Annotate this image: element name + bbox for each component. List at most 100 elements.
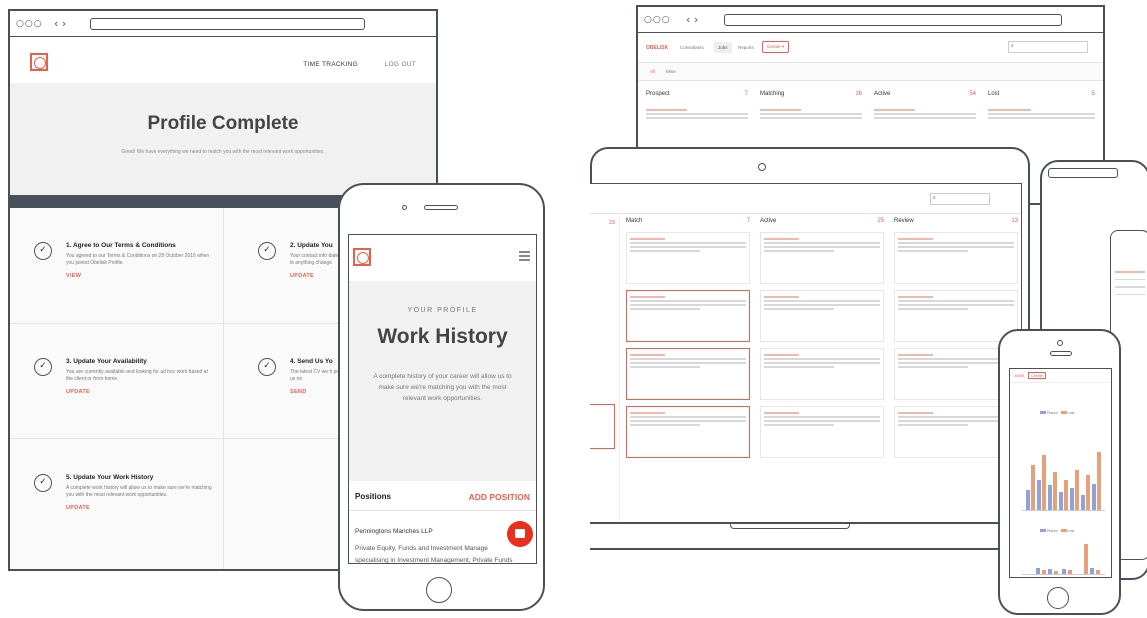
job-card[interactable] xyxy=(894,232,1018,284)
chart-bar xyxy=(1026,490,1030,510)
phone-hero: YOUR PROFILE Work History A complete his… xyxy=(349,281,536,481)
step-link-update[interactable]: UPDATE xyxy=(66,389,214,395)
window-controls[interactable]: ○○○ xyxy=(644,15,671,25)
search-input[interactable]: ⌕ xyxy=(1008,41,1088,53)
nav-arrows-icon[interactable]: ‹ › xyxy=(686,13,698,26)
page-title: Work History xyxy=(377,325,508,348)
laptop-base xyxy=(590,522,1016,550)
legend-swatch-icon xyxy=(1040,411,1046,414)
home-button[interactable] xyxy=(1047,587,1069,609)
tab-jobs[interactable]: JOBS xyxy=(1014,373,1024,378)
chart-bar xyxy=(1064,480,1068,510)
job-card[interactable] xyxy=(894,290,1018,342)
kanban-column: Match 7 xyxy=(622,214,754,522)
check-icon: ✓ xyxy=(258,358,276,376)
job-card-selected[interactable] xyxy=(590,404,615,449)
chart-bar xyxy=(1059,492,1063,510)
card-placeholder[interactable] xyxy=(874,107,976,119)
job-card[interactable] xyxy=(760,406,884,458)
chart-bar xyxy=(1042,570,1046,574)
obelisk-logo[interactable] xyxy=(353,248,371,266)
hero: Profile Complete Great! We have everythi… xyxy=(10,83,436,195)
chart-bar xyxy=(1097,452,1101,510)
step-title: 1. Agree to Our Terms & Conditions xyxy=(66,242,176,249)
job-card[interactable] xyxy=(626,232,750,284)
positions-label: Positions xyxy=(355,492,392,501)
obelisk-logo[interactable] xyxy=(30,53,48,71)
role-line: specialising in Investment Management, P… xyxy=(355,557,513,564)
column-count: 54 xyxy=(969,91,976,97)
check-icon: ✓ xyxy=(34,242,52,260)
brand-logo[interactable]: OBELISK xyxy=(646,45,668,51)
nav-time-tracking[interactable]: TIME TRACKING xyxy=(303,61,358,68)
job-card-selected[interactable] xyxy=(626,406,750,458)
column-count: 23 xyxy=(608,220,615,226)
job-card[interactable] xyxy=(760,290,884,342)
nav-arrows-icon[interactable]: ‹ › xyxy=(54,17,66,30)
tab-mine[interactable]: Mine xyxy=(666,69,676,74)
card-placeholder[interactable] xyxy=(988,107,1095,119)
legend-label: Lost xyxy=(1067,411,1075,415)
job-card[interactable] xyxy=(760,348,884,400)
page-title: Profile Complete xyxy=(147,113,299,134)
chart-bar xyxy=(1053,472,1057,510)
nav-consultants[interactable]: Consultants xyxy=(680,45,704,50)
check-icon: ✓ xyxy=(34,358,52,376)
eyebrow-label: YOUR PROFILE xyxy=(407,307,478,314)
column-count: 7 xyxy=(744,91,748,97)
legend-label: Placed xyxy=(1046,529,1058,533)
column-count: 7 xyxy=(746,218,750,224)
app-nav: JOBS Create xyxy=(1010,369,1111,383)
window-controls[interactable]: ○○○ xyxy=(16,19,43,29)
browser-toolbar: ○○○ ‹ › xyxy=(638,7,1103,33)
nav-jobs[interactable]: Jobs xyxy=(714,42,732,53)
site-header: TIME TRACKING LOG OUT xyxy=(10,37,436,83)
chart-bar xyxy=(1096,570,1100,574)
nav-log-out[interactable]: LOG OUT xyxy=(385,61,416,68)
create-button[interactable]: Create xyxy=(1028,372,1047,379)
add-position-button[interactable]: ADD POSITION xyxy=(469,492,530,502)
column-title: Match xyxy=(626,218,643,224)
legend-swatch-icon xyxy=(1040,529,1046,532)
create-button[interactable]: Create ▾ xyxy=(762,41,790,53)
chat-fab-button[interactable] xyxy=(507,521,533,547)
job-card-selected[interactable] xyxy=(626,348,750,400)
phone-device: YOUR PROFILE Work History A complete his… xyxy=(338,183,545,611)
search-input[interactable]: ⌕ xyxy=(930,193,990,205)
job-card[interactable] xyxy=(760,232,884,284)
column-count: 13 xyxy=(1011,218,1018,224)
positions-header: Positions ADD POSITION xyxy=(349,481,536,511)
step-title: 5. Update Your Work History xyxy=(66,474,154,481)
step-item: ✓ 1. Agree to Our Terms & Conditions You… xyxy=(34,242,214,279)
nav-reports[interactable]: Reports xyxy=(738,45,754,50)
chart-bar xyxy=(1042,455,1046,510)
address-bar[interactable] xyxy=(724,14,1062,26)
column-count: 5 xyxy=(1091,91,1095,97)
step-link-update[interactable]: UPDATE xyxy=(66,505,214,511)
role-line: Private Equity, Funds and Investment Man… xyxy=(355,545,488,552)
job-card-selected[interactable] xyxy=(626,290,750,342)
tab-all[interactable]: All xyxy=(650,69,655,74)
hamburger-menu-icon[interactable] xyxy=(519,251,530,261)
grid-divider xyxy=(223,208,224,569)
address-bar[interactable] xyxy=(90,18,365,30)
sub-tabs: All Mine xyxy=(638,63,1103,81)
chart-legend: Placed Lost xyxy=(1040,411,1074,415)
card-placeholder[interactable] xyxy=(760,107,862,119)
column-title: Review xyxy=(894,218,914,224)
kanban-column: Active 25 xyxy=(756,214,888,522)
browser-toolbar: ○○○ ‹ › xyxy=(10,11,436,37)
home-button[interactable] xyxy=(426,577,452,603)
card-placeholder[interactable] xyxy=(646,107,748,119)
step-desc: You are currently available and looking … xyxy=(66,369,208,382)
camera-icon xyxy=(402,205,407,210)
tablet-address-bar xyxy=(1048,168,1118,178)
column-count: 16 xyxy=(855,91,862,97)
app-nav: OBELISK Consultants Jobs Reports Create … xyxy=(638,33,1103,63)
step-link-view[interactable]: VIEW xyxy=(66,273,214,279)
chart-bar xyxy=(1075,470,1079,510)
laptop-notch xyxy=(730,522,850,529)
column-title: Prospect xyxy=(646,91,670,97)
kanban-column-partial: 23 xyxy=(590,214,620,522)
step-item: ✓ 3. Update Your Availability You are cu… xyxy=(34,358,214,395)
